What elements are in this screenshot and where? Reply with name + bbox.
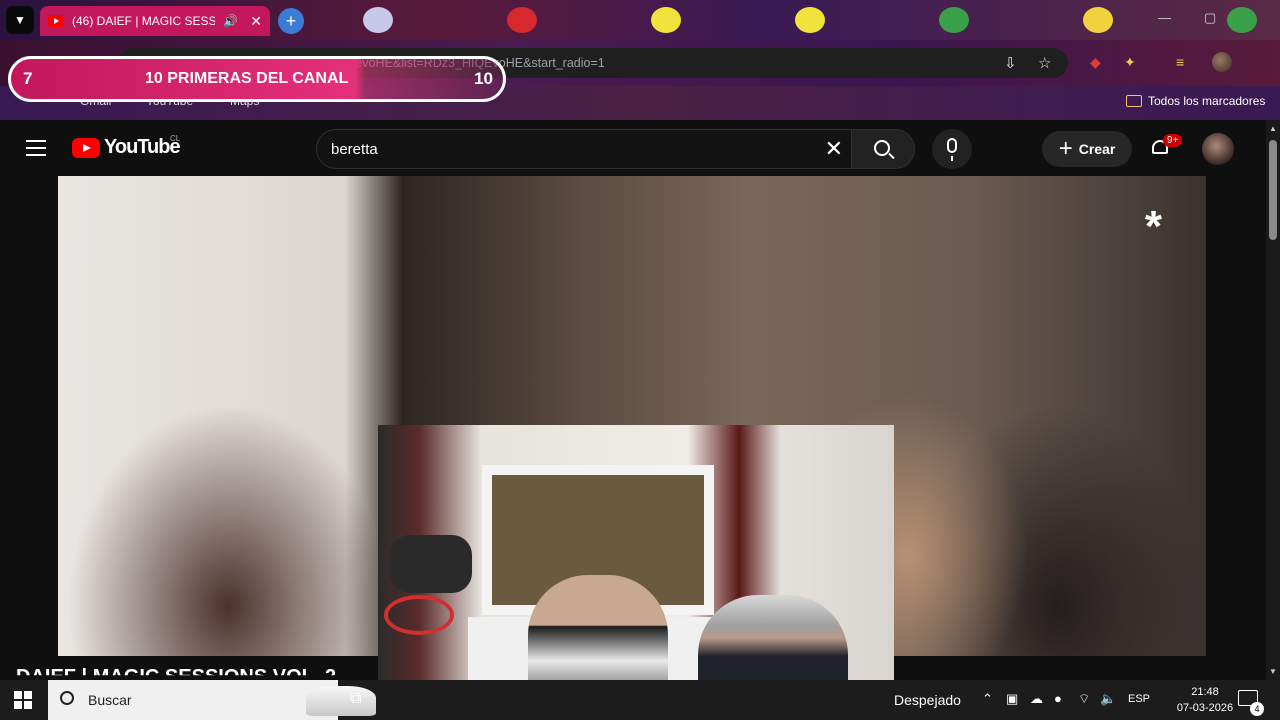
plus-icon: +	[1058, 135, 1073, 162]
tab-active[interactable]: (46) DAIEF | MAGIC SESSIO 🔊 ✕	[40, 6, 270, 36]
webcam-basketball-hoop	[384, 595, 454, 635]
maximize-icon[interactable]: ▢	[1204, 10, 1216, 26]
overlay-right-number: 10	[474, 69, 493, 88]
weather-status[interactable]: Despejado	[894, 692, 961, 708]
windows-start-icon[interactable]	[14, 691, 32, 709]
green-lantern-decoration-icon	[934, 2, 974, 38]
webcam-overlay	[378, 425, 894, 718]
flash-decoration-icon	[790, 2, 830, 38]
video-watermark: *	[1144, 202, 1162, 251]
scroll-thumb[interactable]	[1269, 140, 1277, 240]
browser-tab-strip: ▼ (46) DAIEF | MAGIC SESSIO 🔊 ✕ + — ▢	[0, 0, 1280, 40]
browser-profile-avatar[interactable]	[1212, 52, 1232, 72]
speaker-icon[interactable]: 🔈	[1100, 691, 1116, 707]
clear-search-icon[interactable]: ✕	[825, 136, 843, 162]
green-lantern-decoration-icon-2	[1222, 2, 1262, 38]
install-app-icon[interactable]: ⇩	[1004, 54, 1017, 72]
bookmark-star-icon[interactable]: ☆	[1038, 54, 1051, 72]
wonder-woman-decoration-icon	[358, 2, 398, 38]
superman-decoration-icon	[502, 2, 542, 38]
stream-overlay-banner: 7 10 PRIMERAS DEL CANAL 10	[8, 56, 506, 102]
minimize-icon[interactable]: —	[1158, 10, 1171, 25]
taskbar-clock[interactable]: 21:48 07-03-2026	[1170, 684, 1240, 716]
search-input[interactable]: beretta ✕	[316, 129, 852, 169]
voice-search-button[interactable]	[932, 129, 972, 169]
search-button[interactable]	[851, 129, 915, 169]
input-language[interactable]: ESP	[1128, 693, 1150, 705]
clock-time: 21:48	[1191, 686, 1219, 698]
task-view-icon[interactable]: ⧉	[350, 690, 361, 708]
search-query-text[interactable]: beretta	[331, 141, 378, 158]
create-button[interactable]: + Crear	[1042, 131, 1132, 167]
microphone-icon	[947, 138, 957, 161]
youtube-wordmark: YouTube	[104, 136, 181, 158]
reading-list-icon[interactable]: ≡	[1176, 54, 1184, 70]
youtube-logo[interactable]: YouTube	[72, 136, 181, 159]
extension-icon-1[interactable]: ◆	[1090, 54, 1101, 71]
microphone-icon[interactable]: ●	[1054, 691, 1062, 706]
webcam-poster	[390, 535, 472, 593]
notification-badge: 9+	[1163, 134, 1183, 147]
wifi-icon[interactable]: ⌔	[1078, 691, 1090, 707]
chevron-up-icon[interactable]: ⌃	[982, 691, 993, 707]
all-bookmarks-folder[interactable]: Todos los marcadores	[1126, 94, 1265, 108]
overlay-left-number: 7	[23, 69, 33, 88]
all-bookmarks-label: Todos los marcadores	[1148, 94, 1266, 108]
tab-search-menu-icon[interactable]: ▼	[6, 6, 34, 34]
windows-taskbar: Buscar ⧉ Despejado ⌃ ▣ ☁ ● ⌔ 🔈 ESP 21:48…	[0, 680, 1280, 720]
youtube-favicon-icon	[48, 15, 64, 27]
extensions-puzzle-icon[interactable]: ✦	[1124, 54, 1136, 71]
page-scrollbar[interactable]: ▲ ▼	[1266, 120, 1280, 680]
create-label: Crear	[1078, 141, 1116, 157]
tab-title: (46) DAIEF | MAGIC SESSIO	[72, 14, 216, 28]
country-code: CL	[170, 134, 181, 143]
new-tab-button[interactable]: +	[278, 8, 304, 34]
tab-close-icon[interactable]: ✕	[250, 13, 262, 30]
overlay-title: 10 PRIMERAS DEL CANAL	[145, 70, 349, 87]
notification-count-badge: 4	[1250, 702, 1264, 716]
search-icon	[60, 691, 74, 705]
clock-date: 07-03-2026	[1176, 702, 1234, 714]
scroll-up-icon[interactable]: ▲	[1269, 124, 1277, 133]
taskbar-search-input[interactable]: Buscar	[48, 680, 376, 720]
folder-icon	[1126, 95, 1142, 107]
aquaman-decoration-icon	[1078, 2, 1118, 38]
batman-decoration-icon	[646, 2, 686, 38]
youtube-header: YouTube CL beretta ✕ + Crear 9+	[0, 120, 1266, 176]
scroll-down-icon[interactable]: ▼	[1269, 667, 1277, 676]
menu-icon[interactable]	[26, 140, 46, 156]
camera-icon[interactable]: ▣	[1006, 691, 1018, 707]
youtube-play-icon	[72, 137, 100, 158]
search-icon	[874, 140, 890, 156]
owl-highlight-icon	[306, 686, 376, 716]
audio-playing-icon[interactable]: 🔊	[223, 14, 238, 28]
taskbar-search-placeholder: Buscar	[88, 692, 132, 708]
cloud-icon[interactable]: ☁	[1030, 691, 1043, 707]
youtube-account-avatar[interactable]	[1202, 133, 1234, 165]
